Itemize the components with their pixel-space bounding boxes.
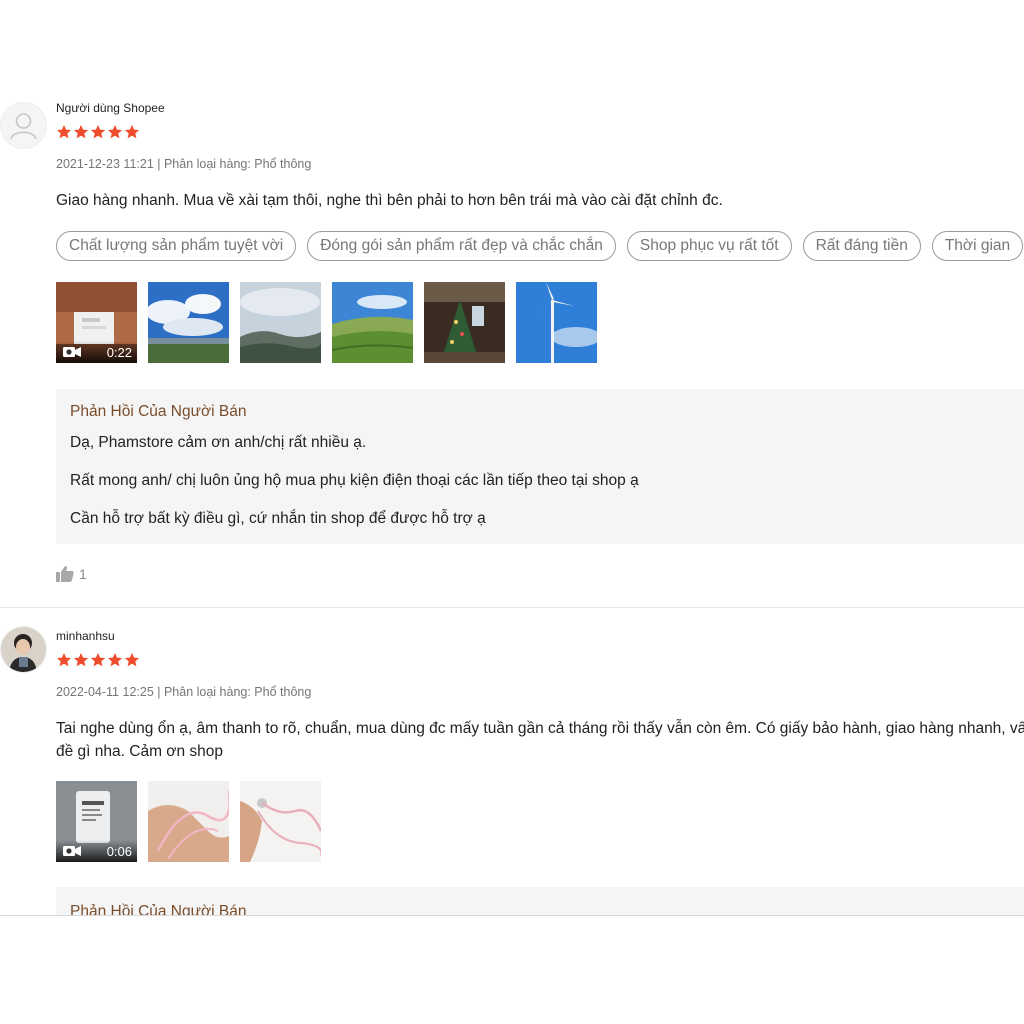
earphone-cable-image (148, 781, 229, 862)
seller-reply-title: Phản Hồi Của Người Bán (70, 403, 247, 420)
like-count: 1 (79, 566, 87, 582)
star-icon (73, 653, 89, 667)
review-tags: Chất lượng sản phẩm tuyệt vời Đóng gói s… (56, 231, 1024, 261)
review-tag: Đóng gói sản phẩm rất đẹp và chắc chắn (307, 231, 616, 261)
tea-field-image (332, 282, 413, 363)
star-icon (124, 125, 140, 139)
star-icon (107, 125, 123, 139)
seller-reply-line: Rất mong anh/ chị luôn ủng hộ mua phụ ki… (70, 472, 639, 489)
star-icon (73, 125, 89, 139)
image-thumbnail[interactable] (332, 282, 413, 363)
star-rating (56, 652, 140, 668)
seller-reply-title: Phản Hồi Của Người Bán (70, 903, 247, 916)
star-icon (90, 653, 106, 667)
star-icon (56, 125, 72, 139)
image-thumbnail[interactable] (516, 282, 597, 363)
star-icon (124, 653, 140, 667)
review-username[interactable]: minhanhsu (56, 629, 115, 643)
image-thumbnail[interactable] (148, 781, 229, 862)
profile-photo (1, 627, 46, 672)
video-thumbnail[interactable]: 0:06 (56, 781, 137, 862)
video-thumbnail[interactable]: 0:22 (56, 282, 137, 363)
avatar-default[interactable] (0, 102, 47, 149)
sky-clouds-image (148, 282, 229, 363)
video-camera-icon (63, 347, 81, 357)
star-icon (90, 125, 106, 139)
review-username[interactable]: Người dùng Shopee (56, 101, 165, 115)
image-thumbnail[interactable] (240, 282, 321, 363)
cloudy-hills-image (240, 282, 321, 363)
review-media: 0:22 (56, 282, 597, 363)
christmas-tree-image (424, 282, 505, 363)
like-button[interactable]: 1 (56, 566, 87, 582)
review-2: minhanhsu 2022-04-11 12:25 | Phân loại h… (0, 608, 1024, 916)
image-thumbnail[interactable] (240, 781, 321, 862)
seller-reply-line: Dạ, Phamstore cảm ơn anh/chị rất nhiều ạ… (70, 434, 367, 451)
review-meta: 2021-12-23 11:21 | Phân loại hàng: Phổ t… (56, 157, 312, 171)
review-text: Giao hàng nhanh. Mua về xài tạm thôi, ng… (56, 192, 723, 209)
star-icon (56, 653, 72, 667)
seller-reply: Phản Hồi Của Người Bán Dạ, Phamstore cảm… (56, 389, 1024, 544)
wind-turbine-image (516, 282, 597, 363)
image-thumbnail[interactable] (424, 282, 505, 363)
earphone-cable-image (240, 781, 321, 862)
user-icon (10, 113, 37, 140)
seller-reply-line: Cần hỗ trợ bất kỳ điều gì, cứ nhắn tin s… (70, 510, 486, 527)
star-rating (56, 124, 140, 140)
review-tag: Rất đáng tiền (802, 231, 921, 261)
video-duration: 0:22 (106, 345, 132, 360)
star-icon (107, 653, 123, 667)
review-tag: Chất lượng sản phẩm tuyệt vời (56, 231, 297, 261)
review-tag: Thời gian (931, 231, 1024, 261)
review-media: 0:06 (56, 781, 321, 862)
video-duration: 0:06 (106, 844, 132, 859)
seller-reply: Phản Hồi Của Người Bán (56, 887, 1024, 916)
thumbs-up-icon (56, 566, 74, 582)
review-1: Người dùng Shopee 2021-12-23 11:21 | Phâ… (0, 100, 1024, 607)
review-tag: Shop phục vụ rất tốt (626, 231, 792, 261)
review-text: Tai nghe dùng ổn ạ, âm thanh to rõ, chuẩ… (56, 720, 1024, 760)
image-thumbnail[interactable] (148, 282, 229, 363)
reviews-viewport: Người dùng Shopee 2021-12-23 11:21 | Phâ… (0, 100, 1024, 916)
review-meta: 2022-04-11 12:25 | Phân loại hàng: Phổ t… (56, 685, 312, 699)
avatar-user[interactable] (0, 626, 47, 673)
video-camera-icon (63, 846, 81, 856)
